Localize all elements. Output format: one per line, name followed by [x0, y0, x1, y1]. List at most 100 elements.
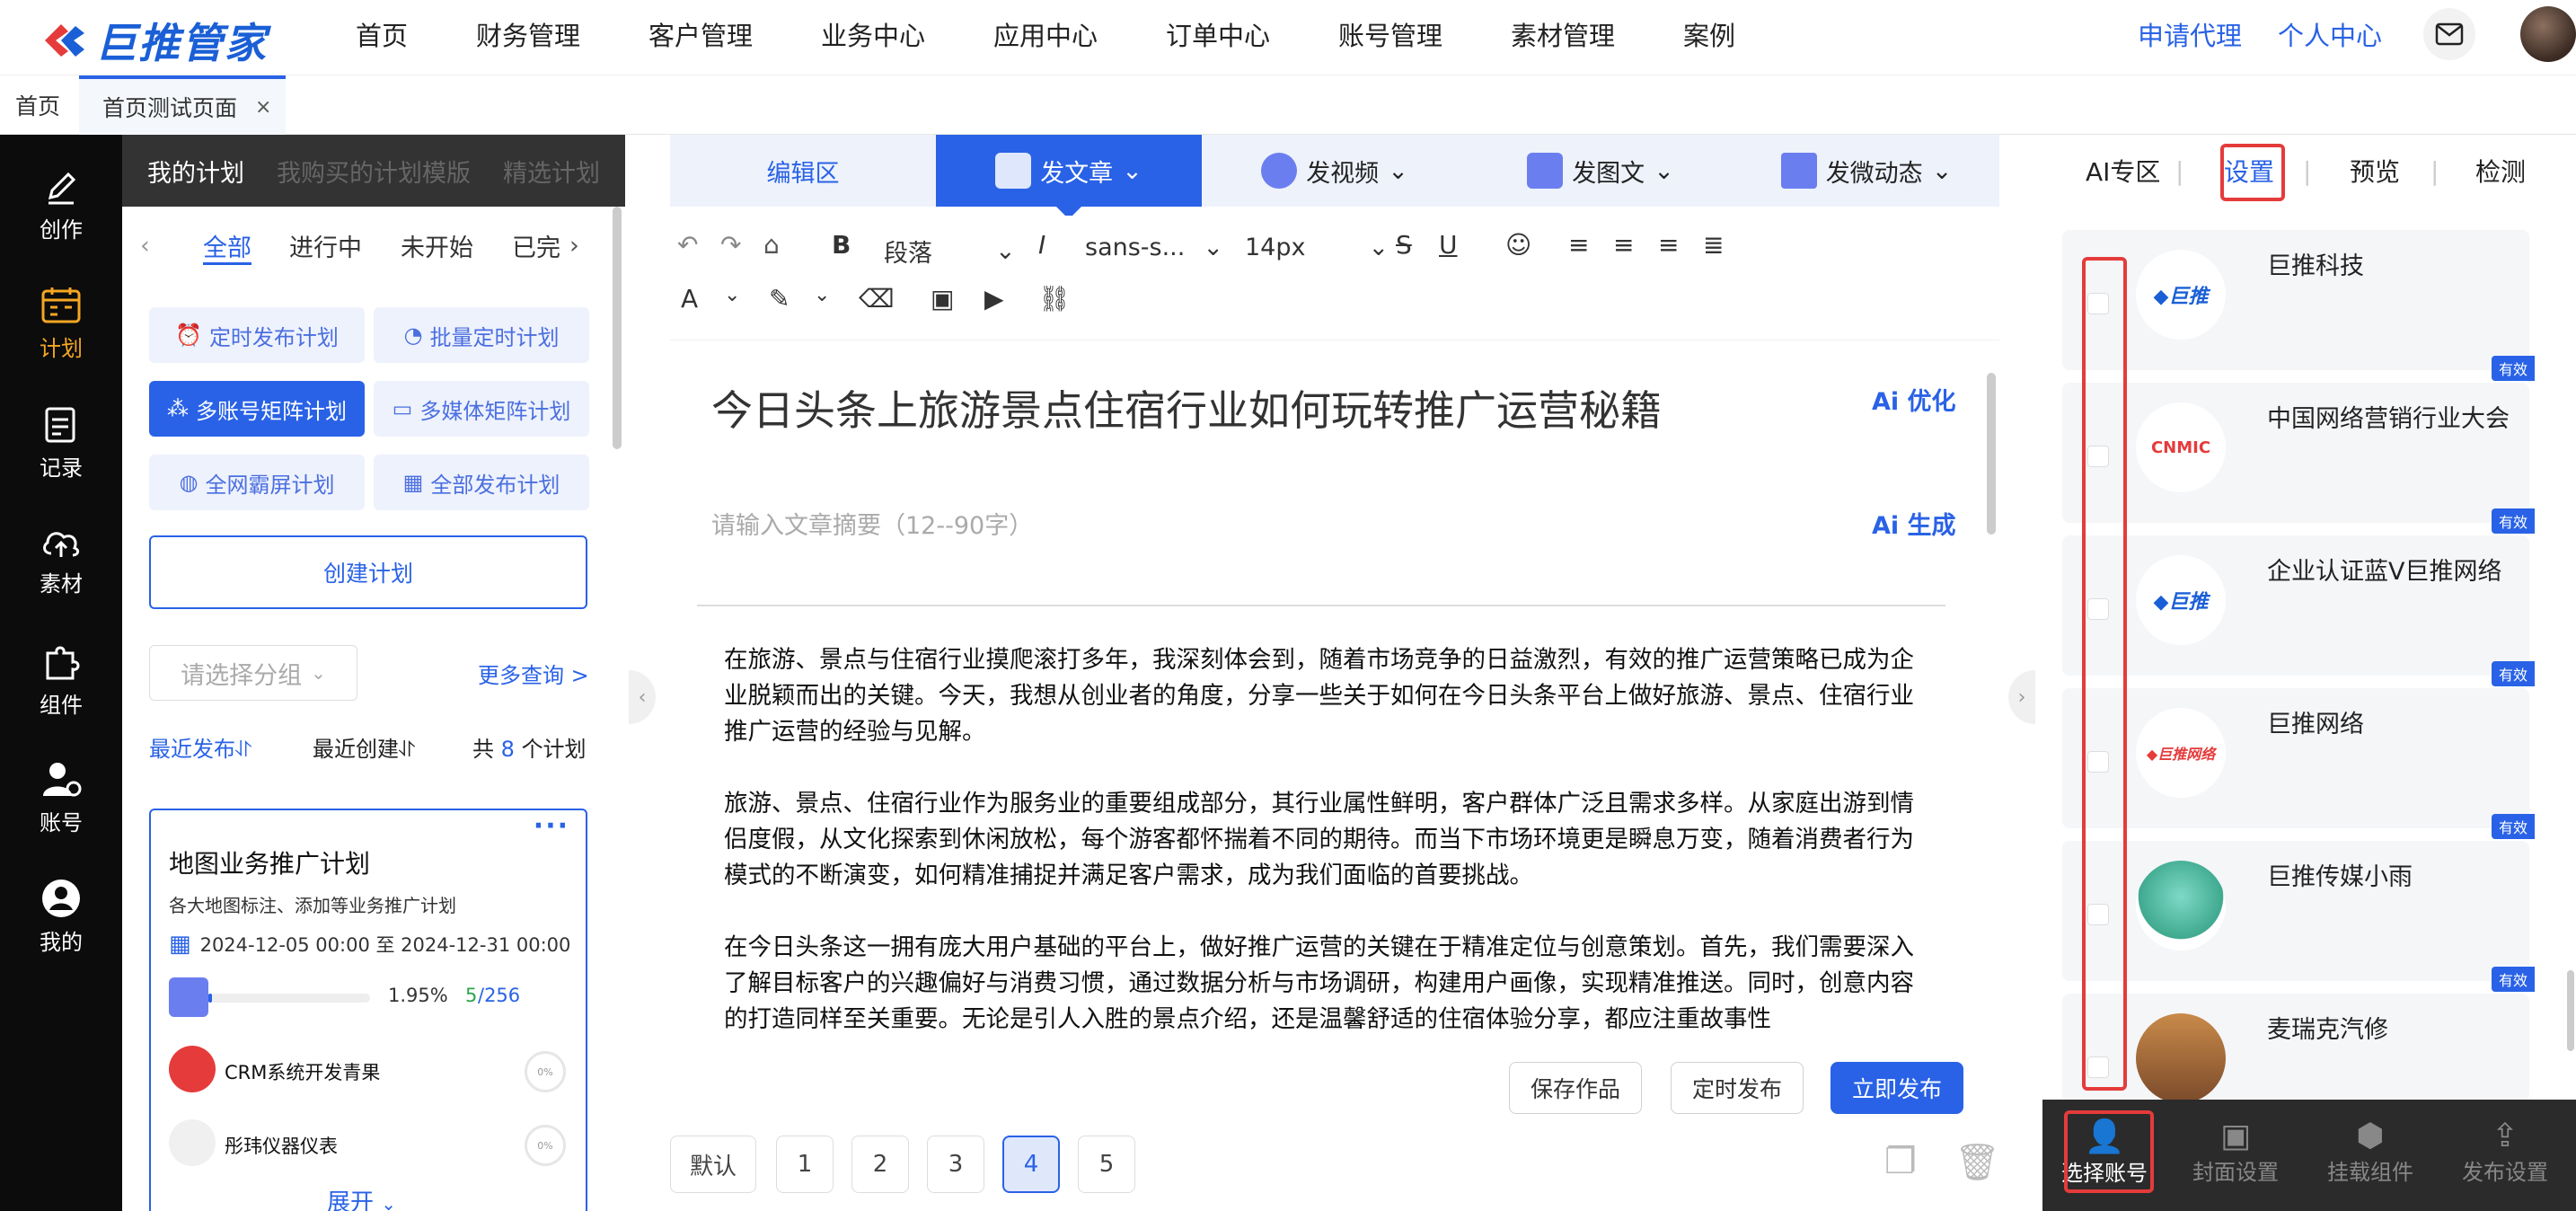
abstract-input[interactable]: 请输入文章摘要（12--90字）	[711, 506, 1033, 541]
page-1[interactable]: 1	[776, 1136, 834, 1193]
tab-purchased-templates[interactable]: 我购买的计划模版	[277, 154, 471, 189]
more-query-link[interactable]: 更多查询 >	[478, 658, 589, 689]
group-select[interactable]: 请选择分组 ⌄	[149, 645, 357, 701]
eraser-icon[interactable]: ⌫	[859, 284, 895, 314]
insert-video-icon[interactable]: ▶	[984, 284, 1004, 314]
menu-materials[interactable]: 素材管理	[1511, 15, 1636, 53]
article-body[interactable]: 在旅游、景点与住宿行业摸爬滚打多年，我深刻体会到，随着市场竞争的日益激烈，有效的…	[724, 642, 1928, 1038]
sidebar-item-accounts[interactable]: 账号	[0, 753, 122, 843]
tab-test-page[interactable]: 首页测试页面 ×	[79, 75, 286, 135]
sidebar-item-create[interactable]: 创作	[0, 160, 122, 250]
multi-account-matrix-button[interactable]: ⁂ 多账号矩阵计划	[149, 381, 365, 437]
timed-publish-plan-button[interactable]: ⏰ 定时发布计划	[149, 307, 365, 363]
sidebar-item-records[interactable]: 记录	[0, 397, 122, 487]
redo-icon[interactable]: ↷	[720, 230, 741, 260]
publish-now-button[interactable]: 立即发布	[1831, 1062, 1963, 1114]
article-title-input[interactable]: 今日头条上旅游景点住宿行业如何玩转推广运营秘籍	[711, 378, 1662, 438]
mail-button[interactable]	[2423, 8, 2475, 60]
copy-icon[interactable]: ❐	[1884, 1141, 1917, 1182]
page-3[interactable]: 3	[927, 1136, 984, 1193]
highlight-icon[interactable]: ✎	[769, 284, 790, 314]
menu-business[interactable]: 业务中心	[821, 15, 947, 53]
user-avatar[interactable]	[2520, 6, 2576, 62]
publish-all-plan-button[interactable]: ▦ 全部发布计划	[374, 455, 589, 510]
tab-post-video[interactable]: 发视频 ⌄	[1202, 135, 1468, 207]
sidebar-item-components[interactable]: 组件	[0, 634, 122, 724]
editor-scrollbar[interactable]	[1987, 373, 1996, 535]
tab-my-plans[interactable]: 我的计划	[147, 154, 244, 189]
menu-orders[interactable]: 订单中心	[1166, 15, 1292, 53]
account-item[interactable]: ◆巨推网络 巨推网络 有效	[2062, 688, 2535, 839]
plan-card[interactable]: ··· 地图业务推广计划 各大地图标注、添加等业务推广计划 ▦ 2024-12-…	[149, 809, 587, 1211]
account-item[interactable]: 麦瑞克汽修	[2062, 994, 2529, 1103]
align-center-icon[interactable]: ≡	[1613, 230, 1634, 260]
subtab-all[interactable]: 全部	[203, 228, 251, 263]
menu-finance[interactable]: 财务管理	[476, 15, 602, 53]
sidebar-item-mine[interactable]: 我的	[0, 871, 122, 961]
underline-icon[interactable]: U	[1439, 230, 1458, 260]
tab-edit-area[interactable]: 编辑区	[670, 135, 936, 207]
size-select[interactable]: 14px ⌄	[1245, 234, 1389, 261]
tab-featured-plans[interactable]: 精选计划	[503, 154, 600, 189]
ai-optimize-button[interactable]: Ai 优化	[1872, 382, 1956, 417]
subtab-prev-icon[interactable]: ‹	[140, 232, 150, 260]
sidebar-item-materials[interactable]: 素材	[0, 516, 122, 606]
mount-component-button[interactable]: ⬢ 挂载组件	[2312, 1118, 2429, 1186]
menu-accounts[interactable]: 账号管理	[1338, 15, 1464, 53]
page-5[interactable]: 5	[1078, 1136, 1135, 1193]
account-item[interactable]: ◆巨推 巨推科技 有效	[2062, 230, 2535, 381]
multimedia-matrix-button[interactable]: ▭ 多媒体矩阵计划	[374, 381, 589, 437]
align-left-icon[interactable]: ≡	[1568, 230, 1589, 260]
tab-ai-zone[interactable]: AI专区	[2086, 153, 2160, 189]
collapse-right-icon[interactable]: ›	[2008, 670, 2035, 724]
account-item[interactable]: 巨推传媒小雨 有效	[2062, 841, 2535, 992]
publish-settings-button[interactable]: ⇪ 发布设置	[2447, 1118, 2563, 1186]
paragraph-select[interactable]: 段落 ⌄	[884, 234, 1016, 269]
more-icon[interactable]: ···	[534, 810, 569, 842]
font-select[interactable]: sans-s... ⌄	[1085, 234, 1223, 261]
ai-generate-button[interactable]: Ai 生成	[1872, 506, 1956, 541]
subtab-finished[interactable]: 已完	[512, 228, 562, 263]
logo[interactable]: 巨推管家	[40, 11, 268, 70]
link-icon[interactable]: ⛓	[1038, 284, 1071, 314]
right-scrollbar[interactable]	[2567, 970, 2574, 1051]
account-item[interactable]: CNMIC 中国网络营销行业大会 有效	[2062, 383, 2535, 534]
format-painter-icon[interactable]: ⌂	[763, 230, 780, 260]
create-plan-button[interactable]: 创建计划	[149, 535, 587, 609]
insert-image-icon[interactable]: ▣	[931, 284, 954, 314]
account-item[interactable]: ◆巨推 企业认证蓝V巨推网络 有效	[2062, 535, 2535, 686]
chevron-down-icon[interactable]: ⌄	[814, 284, 830, 306]
tab-preview[interactable]: 预览	[2350, 153, 2400, 189]
batch-timed-plan-button[interactable]: ◔ 批量定时计划	[374, 307, 589, 363]
sidebar-item-plan[interactable]: 计划	[0, 278, 122, 368]
full-network-plan-button[interactable]: ◍ 全网霸屏计划	[149, 455, 365, 510]
chevron-down-icon[interactable]: ⌄	[724, 284, 740, 306]
schedule-publish-button[interactable]: 定时发布	[1671, 1062, 1804, 1114]
bold-icon[interactable]: B	[832, 230, 851, 260]
italic-icon[interactable]: I	[1038, 230, 1045, 260]
page-default[interactable]: 默认	[670, 1136, 756, 1193]
tab-post-image-text[interactable]: 发图文 ⌄	[1468, 135, 1734, 207]
subtab-in-progress[interactable]: 进行中	[289, 228, 362, 263]
strikethrough-icon[interactable]: S	[1396, 230, 1412, 260]
emoji-icon[interactable]: ☺	[1505, 230, 1531, 260]
expand-link[interactable]: 展开 ⌄	[327, 1184, 396, 1211]
page-4[interactable]: 4	[1002, 1136, 1060, 1193]
subtab-next-icon[interactable]: ›	[569, 232, 579, 260]
trash-icon[interactable]: 🗑	[1954, 1141, 2000, 1183]
font-color-icon[interactable]: A	[681, 284, 698, 314]
tab-post-article[interactable]: 发文章 ⌄	[936, 135, 1202, 207]
menu-cases[interactable]: 案例	[1683, 15, 1755, 53]
menu-home[interactable]: 首页	[356, 15, 428, 53]
collapse-left-icon[interactable]: ‹	[629, 670, 656, 724]
apply-agent-link[interactable]: 申请代理	[2138, 15, 2242, 53]
cover-settings-button[interactable]: ▣ 封面设置	[2177, 1118, 2294, 1186]
tab-check[interactable]: 检测	[2475, 153, 2526, 189]
menu-apps[interactable]: 应用中心	[993, 15, 1119, 53]
panel-scrollbar[interactable]	[613, 207, 622, 449]
personal-center-link[interactable]: 个人中心	[2278, 15, 2382, 53]
tab-post-micro[interactable]: 发微动态 ⌄	[1734, 135, 1999, 207]
subtab-not-started[interactable]: 未开始	[401, 228, 473, 263]
undo-icon[interactable]: ↶	[677, 230, 698, 260]
page-2[interactable]: 2	[851, 1136, 909, 1193]
